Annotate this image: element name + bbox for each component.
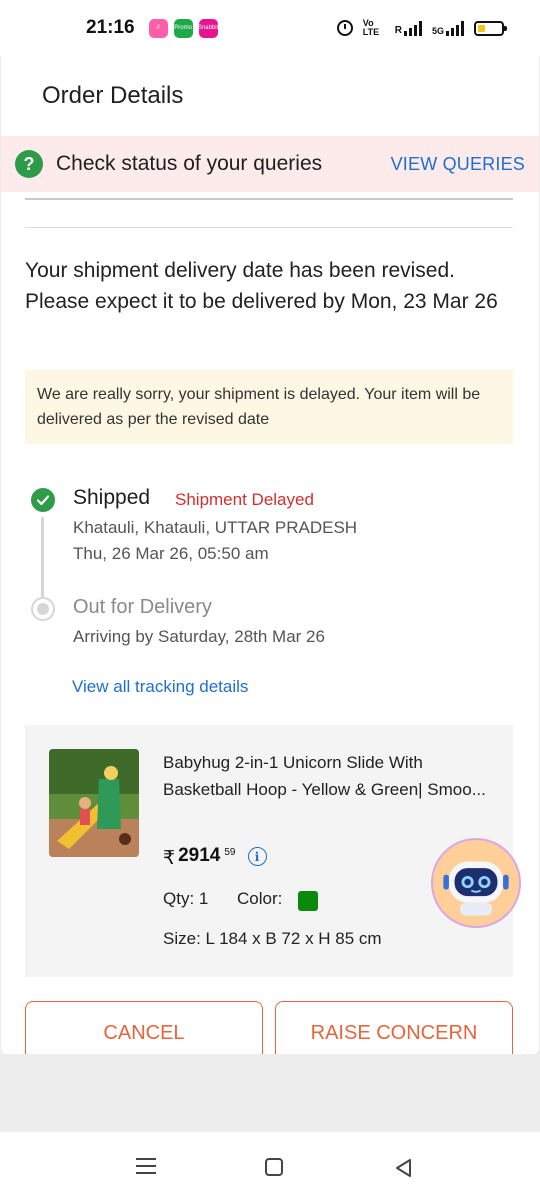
notes-app-icon: // xyxy=(148,18,168,38)
alarm-icon xyxy=(336,20,353,36)
chat-assistant-button[interactable] xyxy=(431,838,521,928)
home-icon[interactable] xyxy=(265,1158,283,1176)
signal-5g-icon: 5G xyxy=(432,20,464,36)
pending-step-icon xyxy=(31,597,55,621)
robot-icon xyxy=(443,861,509,916)
network-type: 5G xyxy=(431,26,444,36)
step-shipped-location: Khatauli, Khatauli, UTTAR PRADESH xyxy=(73,518,358,537)
status-bar: 21:16 // Promo Snabbit Vo LTE R 5G xyxy=(0,0,540,56)
product-name[interactable]: Babyhug 2-in-1 Unicorn Slide With Basket… xyxy=(163,749,493,803)
queries-banner[interactable]: ? Check status of your queries VIEW QUER… xyxy=(1,136,539,192)
battery-icon xyxy=(474,20,507,36)
notification-icons: // Promo Snabbit xyxy=(148,18,218,38)
queries-banner-text: Check status of your queries xyxy=(56,152,323,175)
step-shipped-time: Thu, 26 Mar 26, 05:50 am xyxy=(73,544,269,563)
roaming-indicator: R xyxy=(394,25,402,36)
delay-notice: We are really sorry, your shipment is de… xyxy=(25,370,513,444)
check-icon xyxy=(31,488,55,512)
step-shipped-status: Shipped xyxy=(73,486,151,509)
volte-icon: Vo LTE xyxy=(362,18,380,37)
price-amount: 2914 xyxy=(178,845,221,866)
delivery-revised-message: Your shipment delivery date has been rev… xyxy=(25,259,498,313)
product-size: Size: L 184 x B 72 x H 85 cm xyxy=(163,929,382,948)
step-arriving-detail: Arriving by Saturday, 28th Mar 26 xyxy=(73,627,325,646)
product-price: ₹ 2914 59 i xyxy=(163,845,267,870)
system-navigation-bar xyxy=(0,1132,540,1200)
currency-symbol: ₹ xyxy=(163,848,176,869)
raise-concern-button[interactable]: RAISE CONCERN xyxy=(275,1001,513,1054)
color-swatch xyxy=(298,891,318,911)
snabbit-app-icon: Snabbit xyxy=(198,18,218,38)
divider xyxy=(25,227,513,228)
menu-icon[interactable] xyxy=(136,1158,156,1179)
tracking-timeline: Shipped Shipment Delayed Khatauli, Khata… xyxy=(25,481,515,711)
price-decimal: 59 xyxy=(224,847,236,858)
product-color-label: Color: xyxy=(237,889,283,908)
status-time: 21:16 xyxy=(86,17,135,38)
view-queries-link[interactable]: VIEW QUERIES xyxy=(391,154,525,175)
product-image[interactable] xyxy=(49,749,139,857)
signal-icon: R xyxy=(395,20,422,36)
page-title: Order Details xyxy=(42,82,184,109)
view-all-tracking-link[interactable]: View all tracking details xyxy=(72,677,248,697)
system-icons: Vo LTE R 5G xyxy=(336,18,507,37)
cancel-button[interactable]: CANCEL xyxy=(25,1001,263,1054)
promo-app-icon: Promo xyxy=(173,18,193,38)
timeline-connector xyxy=(41,517,44,597)
shipment-delayed-badge: Shipment Delayed xyxy=(175,490,314,509)
help-icon: ? xyxy=(15,150,43,178)
step-out-for-delivery-status: Out for Delivery xyxy=(73,596,212,618)
product-quantity: Qty: 1 xyxy=(163,889,209,908)
scrolled-content-edge xyxy=(25,192,513,202)
info-icon[interactable]: i xyxy=(247,847,267,866)
